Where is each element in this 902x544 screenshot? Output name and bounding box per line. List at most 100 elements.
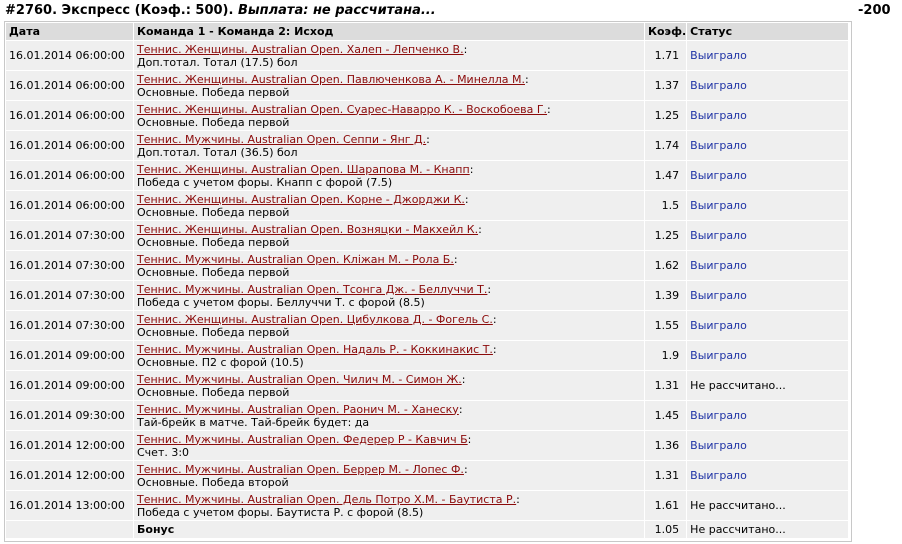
column-header-status: Статус [687, 23, 850, 41]
event-colon: : [478, 222, 482, 236]
event-link[interactable]: Теннис. Женщины. Australian Open. Корне … [137, 193, 465, 206]
row-date: 16.01.2014 06:00:00 [6, 191, 134, 221]
table-row: 16.01.2014 07:30:00 Теннис. Женщины. Aust… [6, 311, 850, 341]
table-row: 16.01.2014 06:00:00 Теннис. Женщины. Aust… [6, 41, 850, 71]
row-event: Теннис. Женщины. Australian Open. Шарапо… [137, 163, 641, 176]
event-link[interactable]: Теннис. Женщины. Australian Open. Возняц… [137, 223, 478, 236]
row-date: 16.01.2014 07:30:00 [6, 221, 134, 251]
row-match-cell: Теннис. Женщины. Australian Open. Возняц… [134, 221, 645, 251]
table-row: 16.01.2014 12:00:00 Теннис. Мужчины. Aust… [6, 461, 850, 491]
event-colon: : [463, 462, 468, 476]
table-row: 16.01.2014 09:30:00 Теннис. Мужчины. Aust… [6, 401, 850, 431]
event-link[interactable]: Теннис. Женщины. Australian Open. Суарес… [137, 103, 547, 116]
row-status: Выиграло [687, 281, 850, 311]
row-match-cell: Теннис. Мужчины. Australian Open. Кліжан… [134, 251, 645, 281]
row-odds: 1.31 [645, 371, 688, 401]
row-date: 16.01.2014 07:30:00 [6, 251, 134, 281]
row-odds: 1.74 [645, 131, 688, 161]
row-odds: 1.55 [645, 311, 688, 341]
payout-status: Выплата: не рассчитана... [237, 3, 436, 18]
row-event: Теннис. Женщины. Australian Open. Павлюч… [137, 73, 641, 86]
row-event: Теннис. Мужчины. Australian Open. Раонич… [137, 403, 641, 416]
row-status: Выиграло [687, 311, 850, 341]
bet-title: #2760. Экспресс (Коэф.: 500). Выплата: н… [5, 3, 436, 18]
event-colon: : [524, 72, 529, 86]
row-status: Не рассчитано... [687, 491, 850, 521]
event-colon: : [492, 312, 497, 326]
event-colon: : [469, 162, 474, 176]
table-row: 16.01.2014 13:00:00 Теннис. Мужчины. Aust… [6, 491, 850, 521]
table-row: 16.01.2014 06:00:00 Теннис. Женщины. Aust… [6, 191, 850, 221]
event-link[interactable]: Теннис. Мужчины. Australian Open. Раонич… [137, 403, 459, 416]
column-header-match: Команда 1 - Команда 2: Исход [134, 23, 645, 41]
row-odds: 1.36 [645, 431, 688, 461]
table-row: 16.01.2014 06:00:00 Теннис. Женщины. Aust… [6, 161, 850, 191]
event-colon: : [463, 42, 468, 56]
row-odds: 1.71 [645, 41, 688, 71]
row-status: Не рассчитано... [687, 371, 850, 401]
event-link[interactable]: Теннис. Мужчины. Australian Open. Тсонга… [137, 283, 487, 296]
row-outcome: Доп.тотал. Тотал (17.5) бол [137, 55, 298, 69]
event-link[interactable]: Теннис. Женщины. Australian Open. Павлюч… [137, 73, 525, 86]
row-odds: 1.25 [645, 221, 688, 251]
row-event: Теннис. Мужчины. Australian Open. Кліжан… [137, 253, 641, 266]
event-link[interactable]: Теннис. Мужчины. Australian Open. Кліжан… [137, 253, 454, 266]
bet-id-type: #2760. Экспресс (Коэф.: 500). [5, 3, 234, 18]
row-outcome: Тай-брейк в матче. Тай-брейк будет: да [137, 415, 370, 429]
row-match-cell: Теннис. Мужчины. Australian Open. Чилич … [134, 371, 645, 401]
row-match-cell: Теннис. Мужчины. Australian Open. Раонич… [134, 401, 645, 431]
row-event: Теннис. Мужчины. Australian Open. Надаль… [137, 343, 641, 356]
row-event: Теннис. Мужчины. Australian Open. Федере… [137, 433, 641, 446]
row-odds: 1.5 [645, 191, 688, 221]
event-link[interactable]: Теннис. Мужчины. Australian Open. Сеппи … [137, 133, 426, 146]
row-status: Выиграло [687, 161, 850, 191]
column-header-odds: Коэф. [645, 23, 688, 41]
row-status: Выиграло [687, 461, 850, 491]
event-colon: : [453, 252, 458, 266]
bet-table: Дата Команда 1 - Команда 2: Исход Коэф. … [6, 23, 850, 539]
event-link[interactable]: Теннис. Женщины. Australian Open. Цибулк… [137, 313, 493, 326]
row-event: Теннис. Женщины. Australian Open. Суарес… [137, 103, 641, 116]
row-status: Выиграло [687, 401, 850, 431]
event-colon: : [426, 132, 430, 146]
row-status: Выиграло [687, 251, 850, 281]
row-status: Выиграло [687, 131, 850, 161]
row-odds: 1.39 [645, 281, 688, 311]
row-odds: 1.31 [645, 461, 688, 491]
bonus-label: Бонус [134, 521, 645, 539]
table-row: 16.01.2014 07:30:00 Теннис. Женщины. Aust… [6, 221, 850, 251]
row-date: 16.01.2014 06:00:00 [6, 71, 134, 101]
row-outcome: Основные. Победа первой [137, 325, 290, 339]
row-event: Теннис. Мужчины. Australian Open. Тсонга… [137, 283, 641, 296]
table-row: 16.01.2014 09:00:00 Теннис. Мужчины. Aust… [6, 341, 850, 371]
event-link[interactable]: Теннис. Мужчины. Australian Open. Федере… [137, 433, 468, 446]
row-event: Теннис. Женщины. Australian Open. Возняц… [137, 223, 641, 236]
row-outcome: Основные. Победа первой [137, 205, 290, 219]
bet-rows: 16.01.2014 06:00:00 Теннис. Женщины. Aust… [6, 41, 850, 539]
row-date: 16.01.2014 09:30:00 [6, 401, 134, 431]
event-link[interactable]: Теннис. Мужчины. Australian Open. Надаль… [137, 343, 493, 356]
row-event: Теннис. Мужчины. Australian Open. Дель П… [137, 493, 641, 506]
row-match-cell: Теннис. Мужчины. Australian Open. Тсонга… [134, 281, 645, 311]
event-colon: : [467, 432, 472, 446]
row-date: 16.01.2014 07:30:00 [6, 311, 134, 341]
bonus-empty-cell [6, 521, 134, 539]
event-colon: : [516, 492, 520, 506]
row-status: Выиграло [687, 101, 850, 131]
event-link[interactable]: Теннис. Женщины. Australian Open. Шарапо… [137, 163, 470, 176]
row-odds: 1.45 [645, 401, 688, 431]
row-outcome: Основные. Победа первой [137, 85, 290, 99]
bonus-odds: 1.05 [645, 521, 688, 539]
row-outcome: Основные. П2 с форой (10.5) [137, 355, 304, 369]
row-date: 16.01.2014 06:00:00 [6, 41, 134, 71]
event-link[interactable]: Теннис. Женщины. Australian Open. Халеп … [137, 43, 464, 56]
row-match-cell: Теннис. Мужчины. Australian Open. Федере… [134, 431, 645, 461]
event-colon: : [461, 372, 466, 386]
event-link[interactable]: Теннис. Мужчины. Australian Open. Беррер… [137, 463, 464, 476]
event-link[interactable]: Теннис. Мужчины. Australian Open. Дель П… [137, 493, 516, 506]
bonus-row: Бонус 1.05 Не рассчитано... [6, 521, 850, 539]
row-match-cell: Теннис. Женщины. Australian Open. Суарес… [134, 101, 645, 131]
event-link[interactable]: Теннис. Мужчины. Australian Open. Чилич … [137, 373, 462, 386]
row-date: 16.01.2014 13:00:00 [6, 491, 134, 521]
row-date: 16.01.2014 06:00:00 [6, 131, 134, 161]
